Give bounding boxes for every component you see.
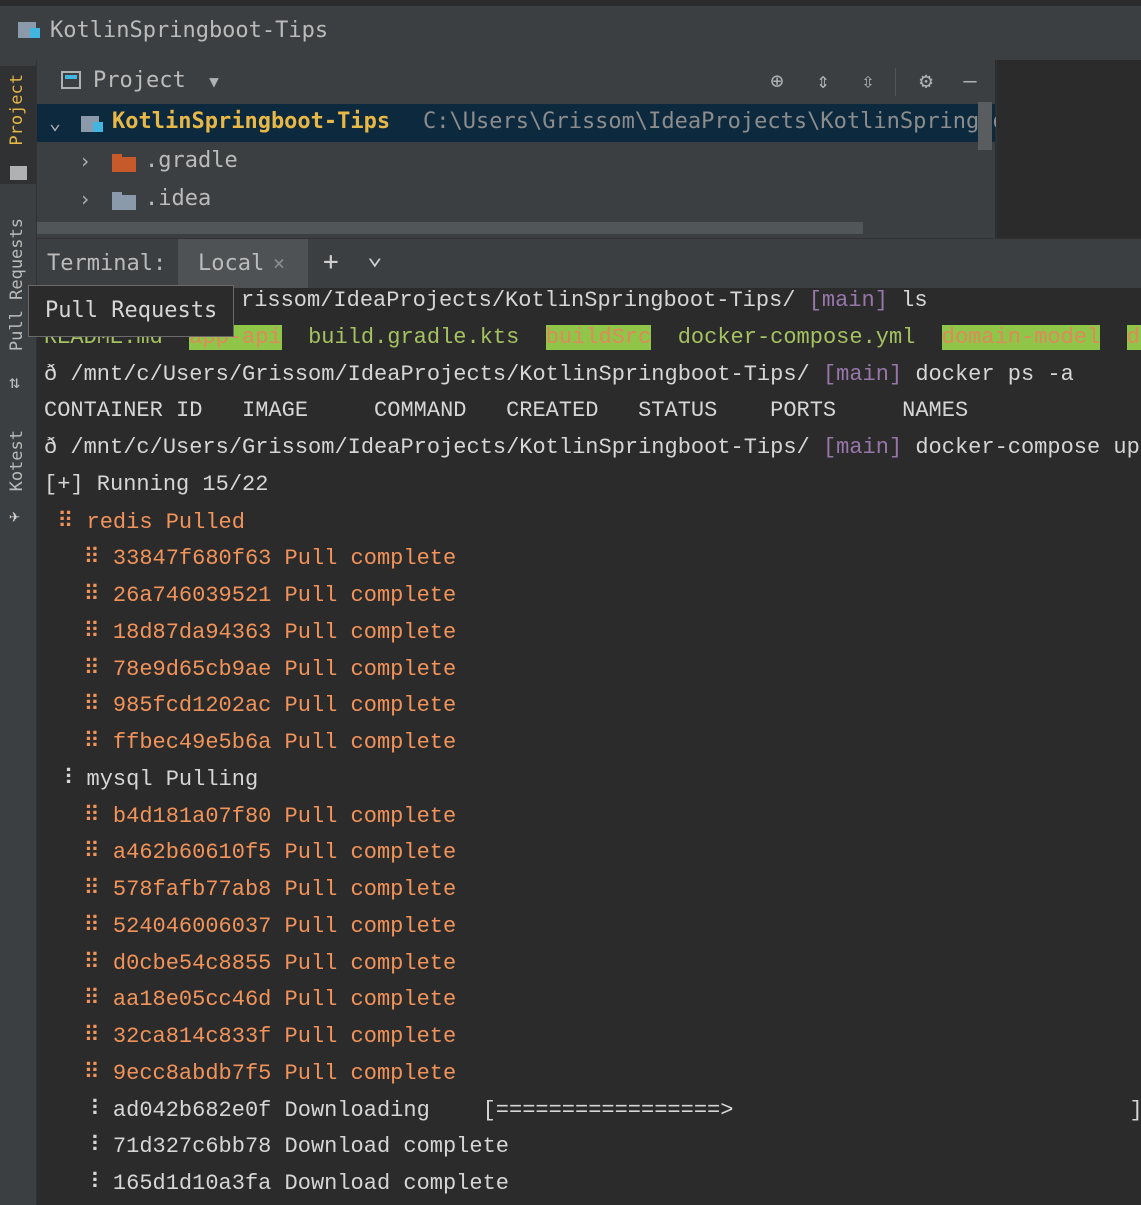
downloading-line: ⠸ ad042b682e0f Downloading [============… [44, 1098, 1141, 1123]
layer-line: ⠿ b4d181a07f80 Pull complete [44, 804, 457, 829]
chevron-right-icon[interactable]: › [79, 187, 91, 211]
layer-line: ⠿ ffbec49e5b6a Pull complete [44, 730, 457, 755]
folder-icon [112, 154, 136, 172]
tooltip-text: Pull Requests [45, 298, 218, 323]
tab-kotest-label: Kotest [7, 430, 27, 492]
ls-item: docker-compose.yml [677, 325, 916, 350]
redis-line: ⠿ redis Pulled [44, 510, 245, 535]
pull-request-icon: ⇅ [9, 372, 20, 393]
project-view-icon [61, 71, 81, 89]
project-panel: Project ▼ ⊕ ⇕ ⇳ ⚙ — ⌄ KotlinSpringboot-T… [37, 60, 1006, 238]
running-line: [+] Running 15/22 [44, 472, 269, 497]
layer-line: ⠿ 9ecc8abdb7f5 Pull complete [44, 1061, 457, 1086]
kotest-icon: ✈ [9, 506, 20, 527]
command: ls [887, 288, 928, 313]
project-tab-icon [10, 166, 27, 180]
layer-line: ⠿ aa18e05cc46d Pull complete [44, 987, 457, 1012]
collapse-all-icon[interactable]: ⇳ [855, 69, 881, 95]
command: docker ps -a [902, 362, 1074, 387]
layer-line: ⠿ a462b60610f5 Pull complete [44, 840, 457, 865]
layer-line: ⠿ 578fafb77ab8 Pull complete [44, 877, 457, 902]
project-panel-header: Project ▼ ⊕ ⇕ ⇳ ⚙ — [37, 60, 995, 102]
tab-project-label: Project [7, 74, 27, 146]
folder-icon [112, 192, 136, 210]
tab-project[interactable]: Project [0, 66, 36, 184]
title-bar: KotlinSpringboot-Tips [0, 0, 1141, 60]
layer-line: ⠿ 32ca814c833f Pull complete [44, 1024, 457, 1049]
root-project-name: KotlinSpringboot-Tips [112, 109, 391, 134]
close-icon[interactable]: × [273, 251, 285, 275]
project-panel-title[interactable]: Project [93, 68, 186, 93]
command: docker-compose up -d [915, 435, 1140, 460]
project-folder-icon [18, 20, 40, 38]
ls-item: build.gradle.kts [308, 325, 520, 350]
editor-area [996, 60, 1141, 238]
git-branch: [main] [822, 435, 903, 460]
module-icon [81, 114, 103, 132]
layer-line: ⠿ d0cbe54c8855 Pull complete [44, 951, 457, 976]
chevron-down-icon[interactable]: ⌄ [49, 110, 61, 134]
add-terminal-button[interactable]: + [323, 247, 339, 277]
ls-item: domain-model [941, 325, 1101, 350]
ls-item: buildSrc [545, 325, 652, 350]
tree-row-gradle[interactable]: › .gradle [37, 143, 995, 181]
layer-line: ⠿ 18d87da94363 Pull complete [44, 620, 457, 645]
git-branch: [main] [822, 362, 903, 387]
prompt-path: rissom/IdeaProjects/KotlinSpringboot-Tip… [241, 288, 809, 313]
terminal-line: ð /mnt/c/Users/Grissom/IdeaProjects/Kotl… [44, 435, 1141, 471]
left-tool-strip: Project Pull Requests ⇅ Kotest ✈ [0, 60, 37, 1205]
tree-row-idea[interactable]: › .idea [37, 181, 995, 219]
layer-line: ⠿ 33847f680f63 Pull complete [44, 546, 457, 571]
download-complete-line: ⠸ 165d1d10a3fa Download complete [44, 1171, 509, 1196]
ps-header-line: CONTAINER ID IMAGE COMMAND CREATED STATU… [44, 398, 969, 423]
layer-line: ⠿ 26a746039521 Pull complete [44, 583, 457, 608]
layer-line: ⠿ 524046006037 Pull complete [44, 914, 457, 939]
terminal-line: ð /mnt/c/Users/Grissom/IdeaProjects/Kotl… [44, 362, 1074, 398]
window-title: KotlinSpringboot-Tips [50, 18, 329, 43]
tab-local[interactable]: Local × [178, 239, 308, 289]
tree-item-label: .gradle [145, 148, 238, 173]
expand-all-icon[interactable]: ⇕ [810, 69, 836, 95]
tree-row-root[interactable]: ⌄ KotlinSpringboot-Tips C:\Users\Grissom… [37, 104, 1006, 142]
tab-local-label: Local [198, 251, 265, 276]
locate-icon[interactable]: ⊕ [764, 69, 790, 95]
chevron-down-icon[interactable]: ▼ [201, 69, 227, 95]
chevron-down-icon[interactable]: ⌄ [367, 241, 383, 271]
tree-item-label: .idea [145, 186, 212, 211]
terminal-tab-bar: Terminal: Local × + ⌄ [37, 238, 1141, 289]
prompt-path: ð /mnt/c/Users/Grissom/IdeaProjects/Kotl… [44, 362, 823, 387]
layer-line: ⠿ 985fcd1202ac Pull complete [44, 693, 457, 718]
vertical-scrollbar[interactable] [978, 102, 992, 150]
ls-item: domain-s [1126, 325, 1141, 350]
tab-kotest[interactable]: Kotest ✈ [0, 426, 36, 536]
terminal-line: rissom/IdeaProjects/KotlinSpringboot-Tip… [241, 288, 928, 324]
terminal-label: Terminal: [47, 251, 167, 276]
mysql-line: ⠸ mysql Pulling [44, 767, 259, 792]
prompt-path: ð /mnt/c/Users/Grissom/IdeaProjects/Kotl… [44, 435, 823, 460]
tooltip: Pull Requests [28, 285, 234, 337]
layer-line: ⠿ 78e9d65cb9ae Pull complete [44, 657, 457, 682]
minimize-icon[interactable]: — [957, 69, 983, 95]
download-complete-line: ⠸ 71d327c6bb78 Download complete [44, 1134, 509, 1159]
header-divider [895, 68, 896, 96]
tab-pull-requests-label: Pull Requests [7, 218, 27, 352]
root-project-path: C:\Users\Grissom\IdeaProjects\KotlinSpri… [423, 109, 1006, 134]
gear-icon[interactable]: ⚙ [913, 69, 939, 95]
horizontal-scrollbar[interactable] [37, 222, 863, 234]
chevron-right-icon[interactable]: › [79, 149, 91, 173]
git-branch: [main] [808, 288, 888, 313]
terminal-output[interactable]: rissom/IdeaProjects/KotlinSpringboot-Tip… [37, 288, 1141, 1205]
